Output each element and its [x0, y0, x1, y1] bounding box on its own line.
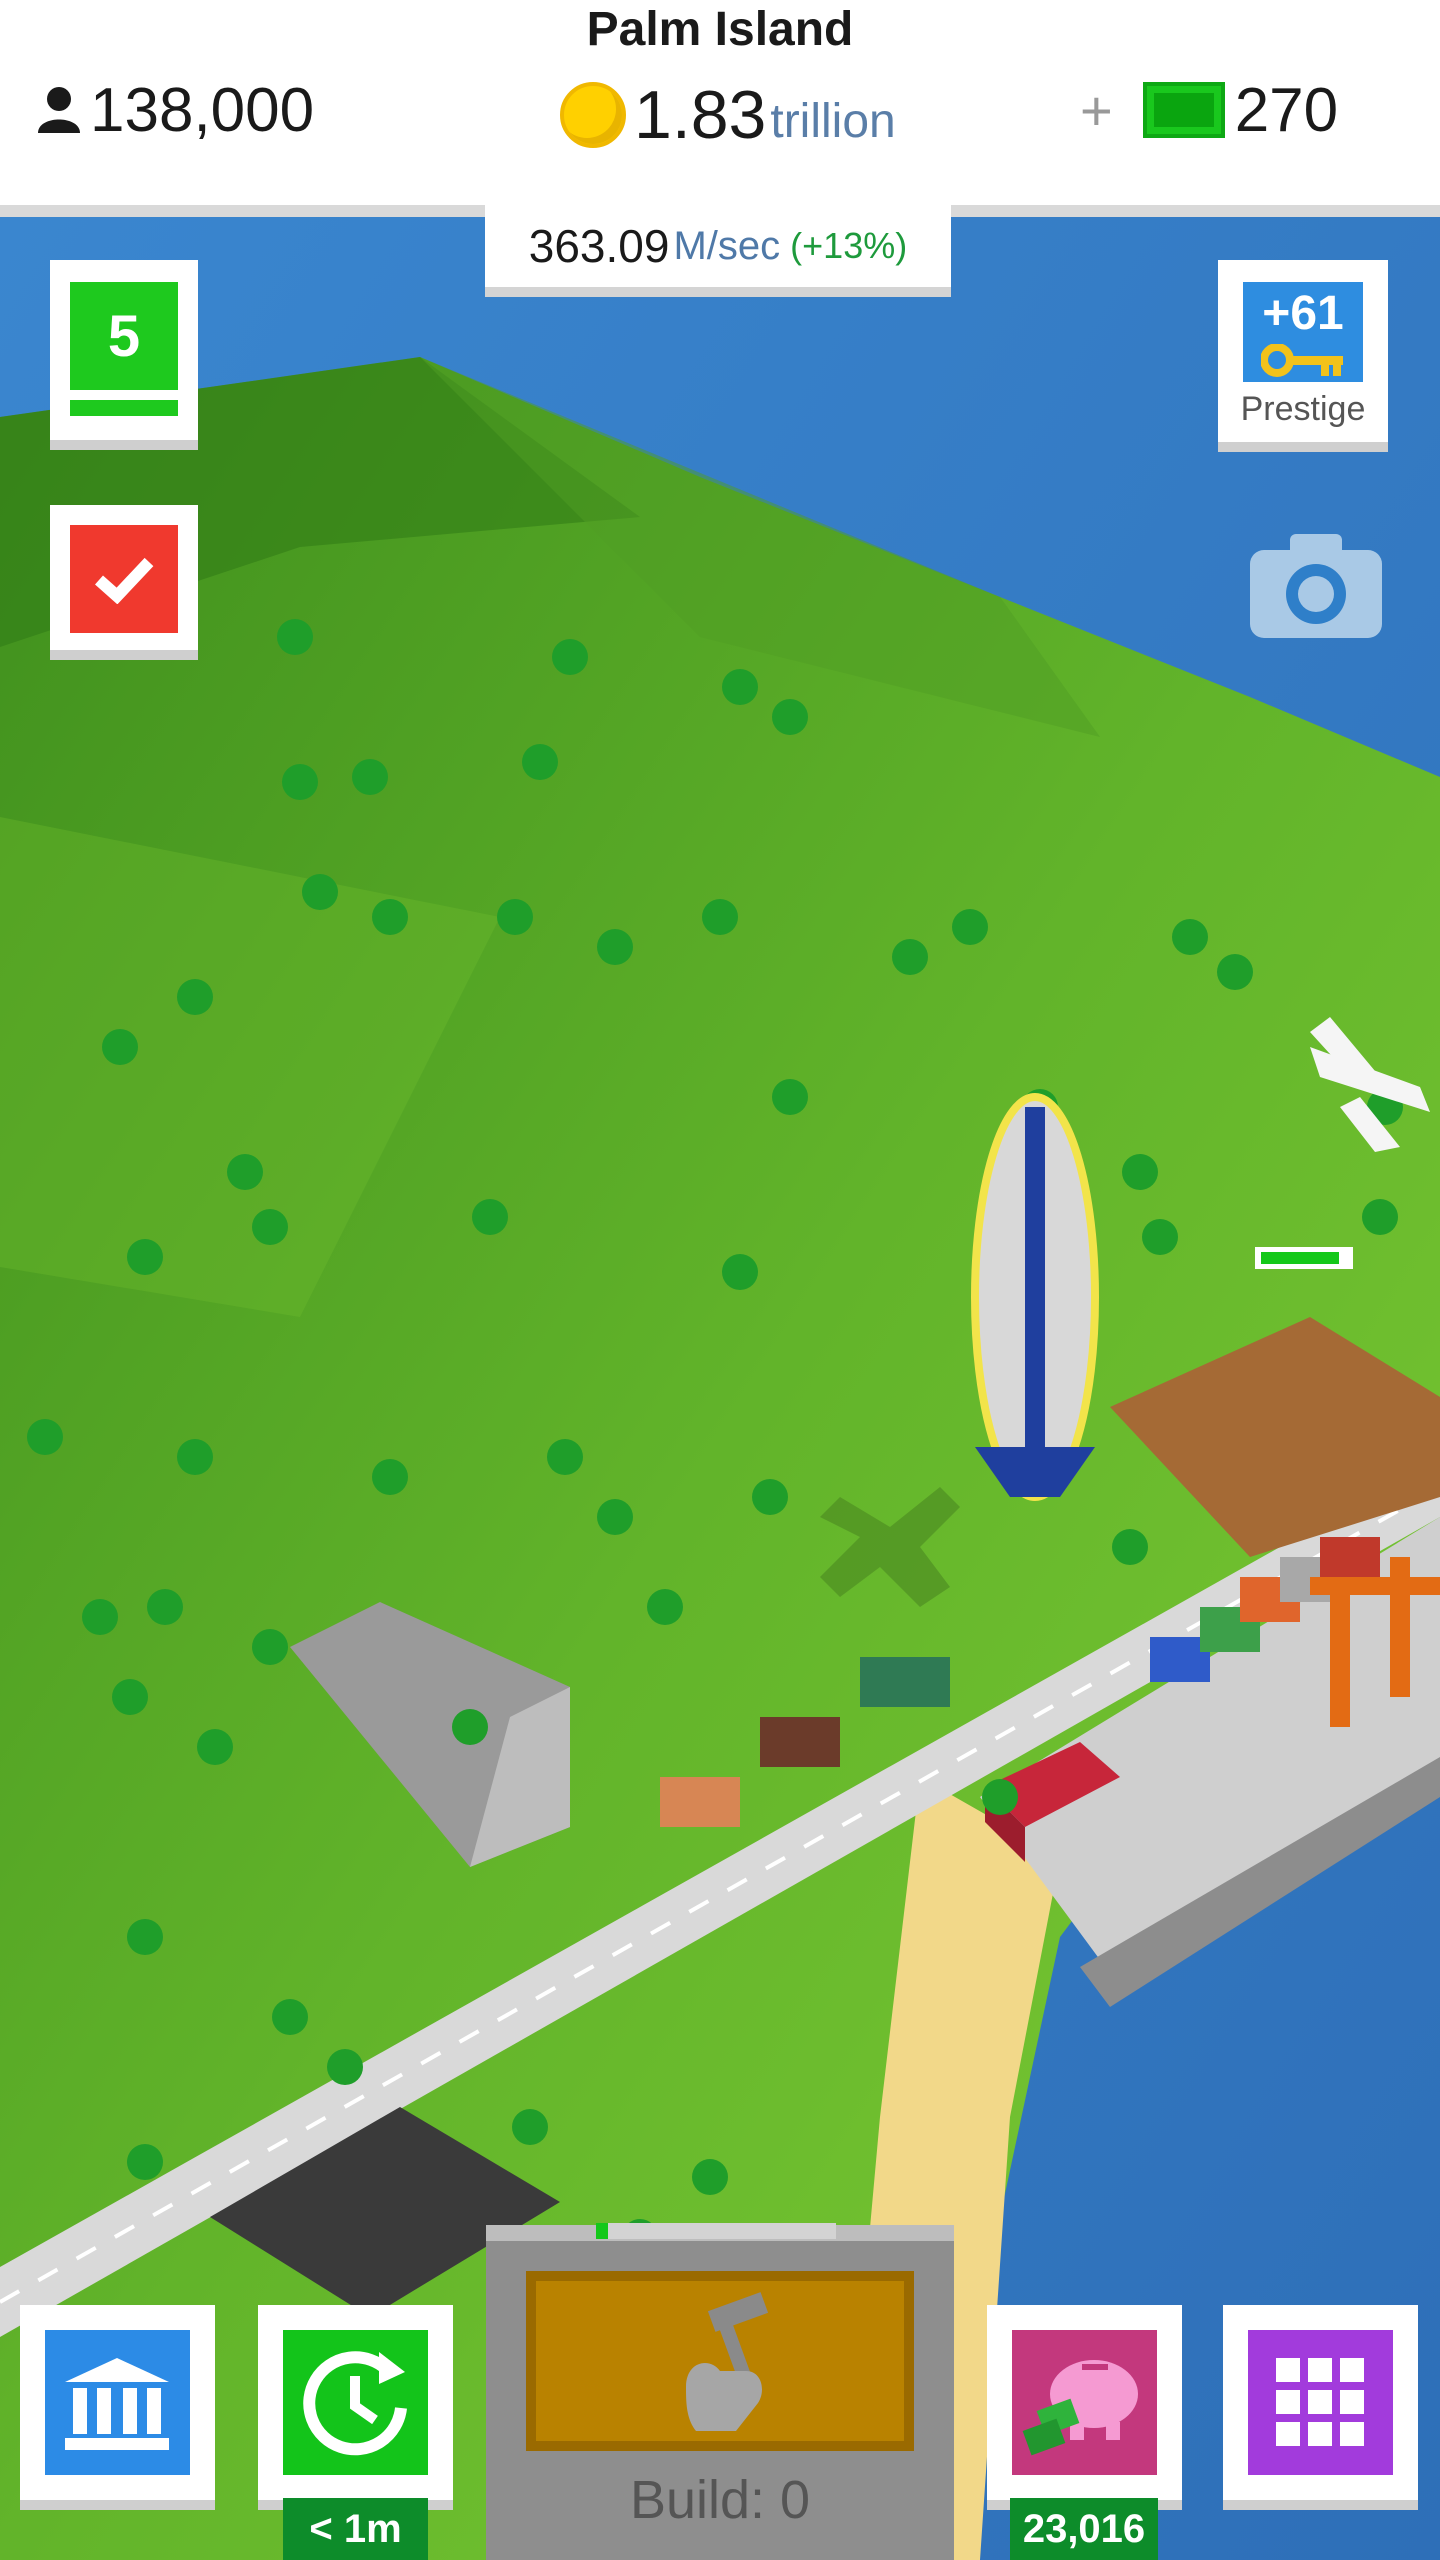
build-button-face [526, 2271, 914, 2451]
build-label: Build: 0 [629, 2470, 811, 2530]
bank-button[interactable] [20, 2305, 215, 2510]
level-number: 5 [70, 282, 178, 390]
coins-value: 1.83 [634, 77, 767, 153]
blimp[interactable] [971, 1093, 1099, 1501]
add-cash-button[interactable]: + [1080, 78, 1113, 143]
piggy-button-face [1012, 2330, 1157, 2475]
checkmark-icon [70, 525, 178, 633]
prestige-badge: +61 [1243, 282, 1363, 382]
level-button[interactable]: 5 [50, 260, 198, 450]
population-value: 138,000 [90, 75, 315, 145]
coin-icon [560, 82, 626, 148]
bank-button-face [45, 2330, 190, 2475]
prestige-button[interactable]: +61 Prestige [1218, 260, 1388, 452]
clock-refresh-icon [303, 2351, 407, 2456]
speed-up-button[interactable] [258, 2305, 453, 2510]
income-rate-bonus: (+13%) [790, 225, 908, 266]
prestige-amount: +61 [1262, 287, 1344, 340]
cash-bill-icon [1142, 82, 1225, 138]
camera-icon[interactable] [1248, 530, 1384, 640]
menu-button-face [1248, 2330, 1393, 2475]
population-counter[interactable]: 138,000 [36, 70, 314, 150]
menu-button[interactable] [1223, 2305, 1418, 2510]
bank-icon [65, 2358, 169, 2450]
build-button[interactable]: Build: 0 [486, 2223, 954, 2560]
piggy-bank-icon [1022, 2360, 1138, 2456]
build-progress-fill [596, 2223, 608, 2239]
coins-unit: trillion [770, 94, 896, 148]
cash-value: 270 [1234, 75, 1339, 145]
island-scene[interactable] [0, 217, 1440, 2560]
cash-counter[interactable]: + 270 [1080, 70, 1338, 150]
hammer-hand-icon [686, 2292, 769, 2431]
income-rate-panel[interactable]: 363.09 M/sec (+13%) [485, 205, 951, 297]
house [760, 1717, 840, 1767]
piggy-bank-amount: 23,016 [1010, 2498, 1158, 2560]
income-rate-unit: M/sec [673, 223, 781, 268]
income-rate-value: 363.09 [528, 220, 670, 272]
prestige-label: Prestige [1240, 390, 1366, 428]
speed-button-face [283, 2330, 428, 2475]
level-progress-bar [70, 400, 178, 416]
coin-counter[interactable]: 1.83 trillion [560, 70, 896, 160]
build-progress-bar [596, 2223, 836, 2239]
speed-timer-badge: < 1m [283, 2498, 428, 2560]
piggy-bank-button[interactable] [987, 2305, 1182, 2510]
blimp-progress-bar [1255, 1247, 1353, 1269]
grid-icon [1276, 2358, 1364, 2446]
key-icon [1261, 344, 1343, 377]
tasks-button[interactable] [50, 505, 198, 660]
person-icon [38, 87, 80, 133]
top-bar: Palm Island 138,000 1.83 trillion + 270 [0, 0, 1440, 217]
island-name[interactable]: Palm Island [0, 2, 1440, 57]
